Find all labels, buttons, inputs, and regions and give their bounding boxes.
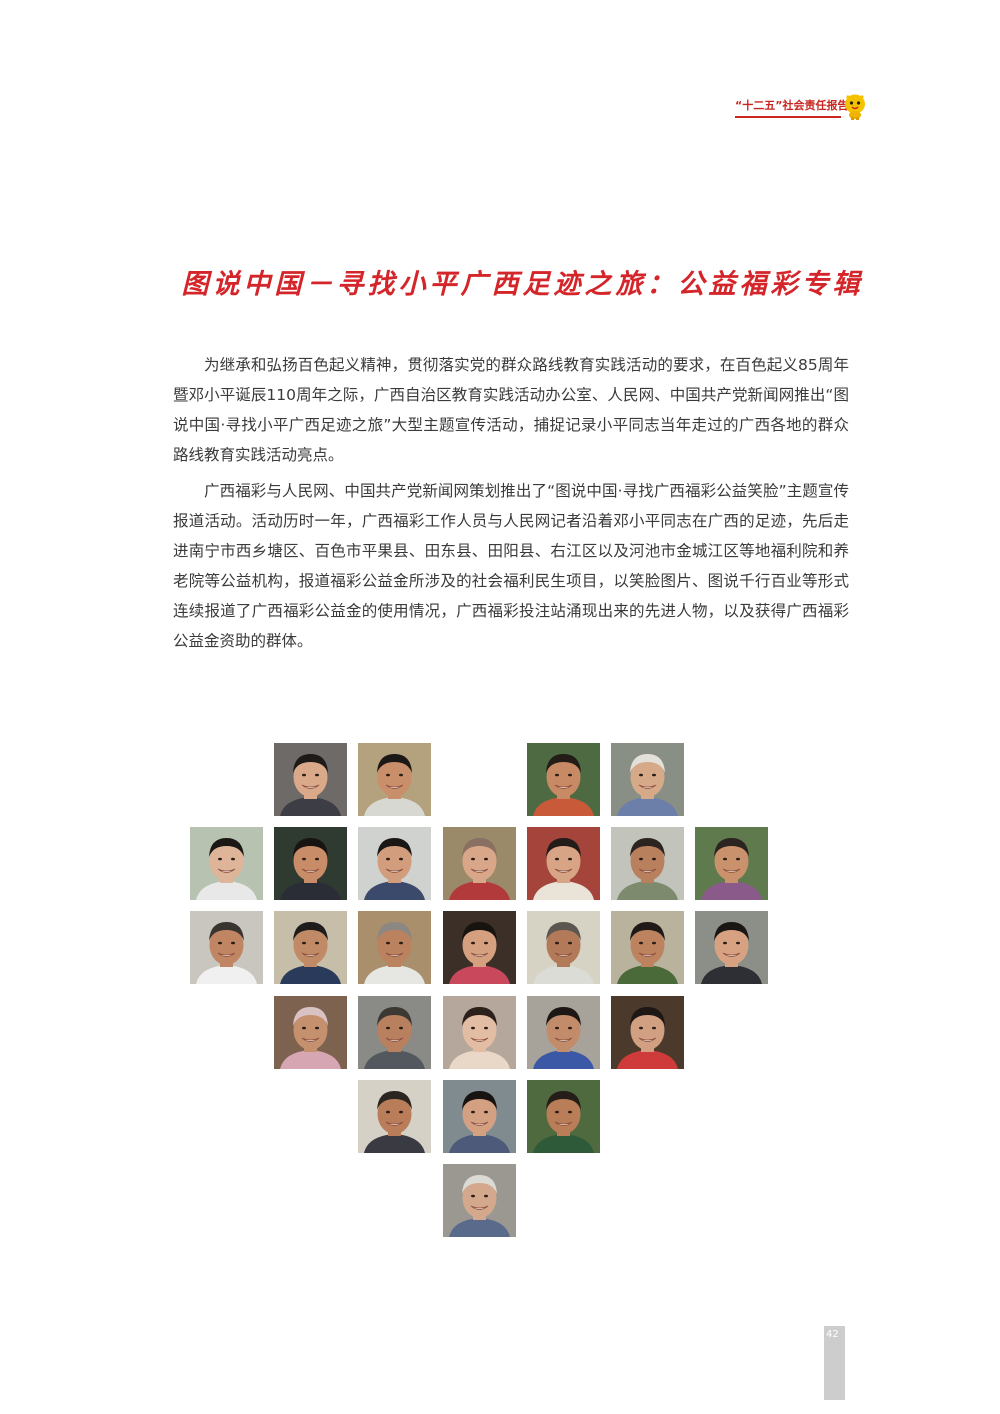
portrait-photo [443, 996, 516, 1069]
portrait-photo [443, 911, 516, 984]
portrait-photo [190, 911, 263, 984]
portrait-photo [358, 911, 431, 984]
header-underline [735, 116, 841, 118]
portrait-photo [358, 996, 431, 1069]
portrait-photo [611, 911, 684, 984]
portrait-photo [695, 827, 768, 900]
portrait-photo [527, 827, 600, 900]
portrait-photo [274, 743, 347, 816]
portrait-photo [358, 827, 431, 900]
portrait-photo [274, 996, 347, 1069]
portrait-photo [443, 1080, 516, 1153]
portrait-photo [527, 743, 600, 816]
portrait-photo [190, 827, 263, 900]
paragraph-2: 广西福彩与人民网、中国共产党新闻网策划推出了“图说中国·寻找广西福彩公益笑脸”主… [173, 482, 849, 650]
portrait-photo [611, 827, 684, 900]
paragraph-1: 为继承和弘扬百色起义精神，贯彻落实党的群众路线教育实践活动的要求，在百色起义85… [173, 356, 849, 464]
portrait-photo [358, 1080, 431, 1153]
portrait-photo [443, 827, 516, 900]
portrait-photo [695, 911, 768, 984]
page-number: 42 [826, 1329, 839, 1340]
portrait-photo [527, 996, 600, 1069]
portrait-photo [527, 911, 600, 984]
portrait-photo [443, 1164, 516, 1237]
portrait-photo [611, 743, 684, 816]
page-title: 图说中国－寻找小平广西足迹之旅：公益福彩专辑 [181, 269, 864, 300]
portrait-photo [274, 827, 347, 900]
smiling-faces-heart-collage [0, 0, 1000, 1414]
body-text: 为继承和弘扬百色起义精神，贯彻落实党的群众路线教育实践活动的要求，在百色起义85… [173, 350, 849, 662]
portrait-photo [611, 996, 684, 1069]
portrait-photo [274, 911, 347, 984]
mascot-icon [845, 94, 865, 120]
portrait-photo [527, 1080, 600, 1153]
report-series-label: “十二五”社会责任报告 [735, 99, 849, 112]
portrait-photo [358, 743, 431, 816]
